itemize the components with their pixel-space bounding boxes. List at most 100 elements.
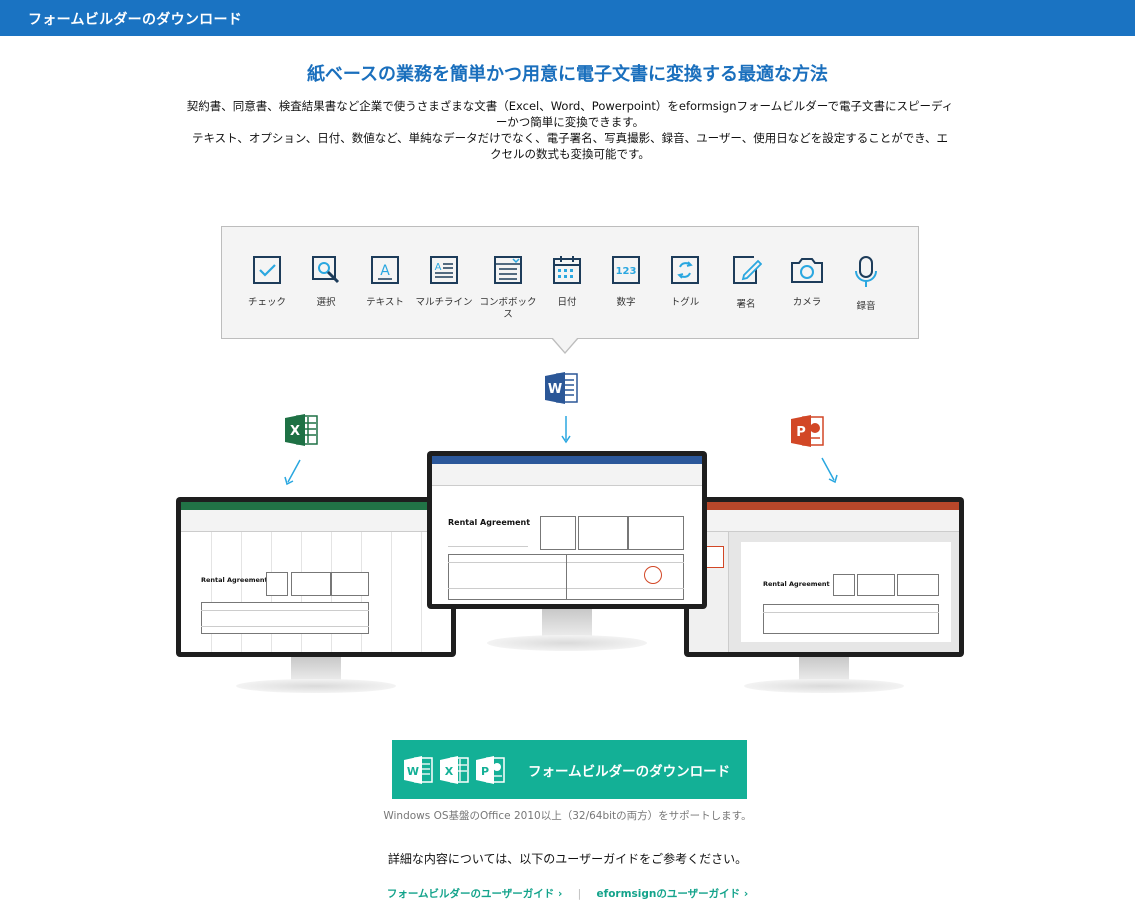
doc-contract-box <box>628 516 684 550</box>
calendar-icon <box>553 256 581 284</box>
seal-stamp <box>644 566 662 584</box>
guide-links: フォームビルダーのユーザーガイド › | eformsignのユーザーガイド › <box>0 886 1135 901</box>
doc-title: Rental Agreement <box>201 576 268 584</box>
microphone-icon <box>855 256 877 287</box>
main-headline: 紙ベースの業務を簡単かつ用意に電子文書に変換する最適な方法 <box>306 64 829 85</box>
tool-label: トグル <box>670 297 700 308</box>
tool-label: 録音 <box>856 301 876 312</box>
doc-title: Rental Agreement <box>763 580 830 588</box>
svg-text:A: A <box>380 263 390 279</box>
doc-table <box>763 604 939 634</box>
word-icon: W <box>545 371 579 409</box>
powerpoint-icon: P <box>791 414 825 452</box>
doc-contract-box <box>897 574 939 596</box>
arrow-down-left-icon <box>284 459 301 486</box>
word-letter: W <box>407 765 419 778</box>
download-button-label: フォームビルダーのダウンロード <box>528 764 731 779</box>
word-screen: Rental Agreement <box>432 456 702 604</box>
tool-camera: カメラ <box>777 255 837 309</box>
doc-stamp-box <box>540 516 576 550</box>
tool-record: 録音 <box>836 255 896 313</box>
number-icon: 123 <box>612 256 640 284</box>
form-builder-guide-link[interactable]: フォームビルダーのユーザーガイド › <box>387 888 562 900</box>
page-title: フォームビルダーのダウンロード <box>28 12 243 28</box>
powerpoint-letter: P <box>481 765 489 778</box>
tool-label: コンボボックス <box>479 297 537 320</box>
description-line: テキスト、オプション、日付、数値など、単純なデータだけでなく、電子署名、写真撮影… <box>191 131 948 145</box>
detail-note: 詳細な内容については、以下のユーザーガイドをご参考ください。 <box>387 852 748 866</box>
tool-label: 数字 <box>616 297 636 308</box>
tool-label: マルチライン <box>415 297 473 308</box>
arrow-down-icon <box>561 416 571 444</box>
title-bar: フォームビルダーのダウンロード <box>0 0 1135 36</box>
excel-letter: X <box>290 424 300 439</box>
doc-subline <box>448 546 528 547</box>
monitor-base <box>487 635 647 651</box>
excel-screen: Rental Agreement <box>181 502 451 652</box>
excel-letter: X <box>445 765 454 778</box>
excel-ribbon <box>181 510 451 532</box>
tool-number: 123 数字 <box>596 255 656 309</box>
checkbox-icon <box>253 256 281 284</box>
description-line: 契約書、同意書、検査結果書など企業で使うさまざまな文書（Excel、Word、P… <box>186 99 954 113</box>
multiline-icon: A <box>430 256 458 284</box>
combobox-icon <box>494 256 522 284</box>
ppt-ribbon <box>689 510 959 532</box>
word-ribbon <box>432 464 702 486</box>
grid-line <box>241 532 242 652</box>
tool-label: 署名 <box>736 299 756 310</box>
description: 契約書、同意書、検査結果書など企業で使うさまざまな文書（Excel、Word、P… <box>170 98 970 162</box>
toolbox-pointer-fill <box>552 337 578 352</box>
excel-icon: X <box>285 413 319 451</box>
word-icon: W <box>404 756 433 784</box>
doc-row-line <box>201 610 369 611</box>
tool-select: 選択 <box>296 255 356 309</box>
svg-text:123: 123 <box>616 266 637 277</box>
doc-col-line <box>566 554 567 600</box>
link-separator: | <box>577 888 582 900</box>
tool-multiline: A マルチライン <box>414 255 474 309</box>
tool-label: 日付 <box>557 297 577 308</box>
select-cursor-icon <box>312 256 340 284</box>
excel-monitor: Rental Agreement <box>176 497 456 695</box>
ppt-ribbon-tabs <box>689 502 959 510</box>
tool-signature: 署名 <box>716 255 776 311</box>
powerpoint-letter: P <box>796 425 806 440</box>
grid-line <box>391 532 392 652</box>
monitor-base <box>744 679 904 693</box>
tool-label: テキスト <box>366 297 404 308</box>
signature-icon <box>733 256 762 284</box>
grid-line <box>421 532 422 652</box>
description-line: クセルの数式も変換可能です。 <box>490 147 650 161</box>
doc-approver-box <box>857 574 895 596</box>
powerpoint-monitor: Rental Agreement <box>684 497 964 695</box>
excel-icon: X <box>440 756 469 784</box>
tool-label: 選択 <box>316 297 336 308</box>
description-line: ーかつ簡単に変換できます。 <box>495 115 645 129</box>
camera-icon <box>791 258 823 283</box>
tool-check: チェック <box>237 255 297 309</box>
monitor-base <box>236 679 396 693</box>
doc-table <box>201 602 369 634</box>
doc-stamp-box <box>266 572 288 596</box>
tool-toggle: トグル <box>655 255 715 309</box>
tool-text: A テキスト <box>355 255 415 309</box>
doc-row-line <box>763 612 939 613</box>
word-letter: W <box>548 382 562 397</box>
doc-approver-box <box>291 572 331 596</box>
doc-stamp-box <box>833 574 855 596</box>
doc-contract-box <box>331 572 369 596</box>
svg-text:A: A <box>435 262 442 273</box>
slide-canvas: Rental Agreement <box>741 542 951 642</box>
toggle-icon <box>671 256 699 284</box>
tool-combobox: コンボボックス <box>478 255 538 321</box>
doc-approver-box <box>578 516 628 550</box>
download-form-builder-button[interactable]: W X P フォームビルダーのダウンロード <box>392 740 747 799</box>
arrow-down-right-icon <box>821 457 838 484</box>
word-ribbon-tabs <box>432 456 702 464</box>
tool-date: 日付 <box>537 255 597 309</box>
doc-title: Rental Agreement <box>448 518 531 527</box>
eformsign-guide-link[interactable]: eformsignのユーザーガイド › <box>597 888 749 900</box>
doc-row-line <box>201 626 369 627</box>
support-note: Windows OS基盤のOffice 2010以上（32/64bitの両方）を… <box>383 810 752 822</box>
